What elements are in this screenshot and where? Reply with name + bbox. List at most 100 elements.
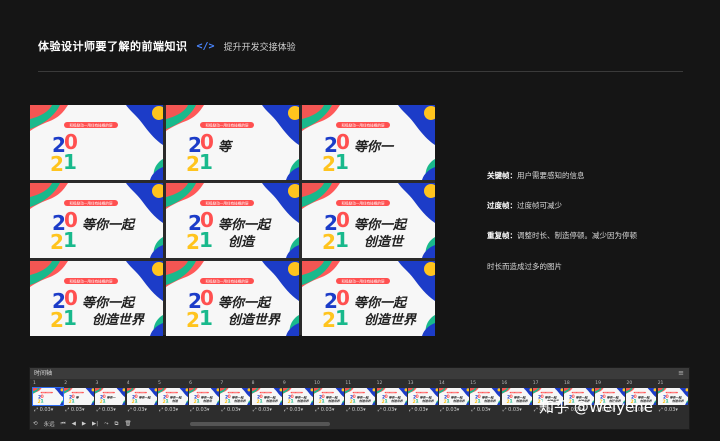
frame-duration[interactable]: ⤢ 0.03▾: [503, 407, 522, 413]
timeline-frame[interactable]: 14 积极励动—用住有技概的层 2 0 2 1 等你一起 创造世界 ⤢ 0.03▾: [438, 381, 470, 416]
frame-duration[interactable]: ⤢ 0.03▾: [440, 407, 459, 413]
frame-thumbnail[interactable]: 积极励动—用住有技概的层 2 0 2 1 等你一起 创造世界: [251, 388, 282, 405]
svg-text:2: 2: [194, 399, 197, 405]
timeline-scrollbar[interactable]: [190, 422, 330, 426]
timeline-frame[interactable]: 10 积极励动—用住有技概的层 2 0 2 1 等你一起 创造世界 ⤢ 0.03▾: [313, 381, 345, 416]
svg-text:创造世界: 创造世界: [266, 399, 279, 403]
svg-text:2: 2: [322, 152, 336, 176]
frame-number: 4: [126, 381, 130, 386]
frame-number: 1: [33, 381, 36, 386]
svg-text:2: 2: [322, 308, 336, 332]
frame-thumbnail[interactable]: 积极励动—用住有技概的层 2 0 2 1 等你一起 创造世界: [345, 388, 376, 405]
timeline-frame[interactable]: 4 积极励动—用住有技概的层 2 0 2 1 等你一起 ⤢ 0.03▾: [126, 381, 157, 416]
timeline-frame[interactable]: 21 积极励动—用住有技概的层 2 0 2 1 等你一起 创造世界 ⤢ 0.03▾: [657, 381, 688, 416]
frame-duration[interactable]: ⤢ 0.03▾: [409, 407, 428, 413]
first-frame-icon[interactable]: ⏮: [61, 421, 66, 428]
timeline-frame[interactable]: 1 积极励动—用住有技概的层 2 0 2 1 ⤢ 0.03▾: [32, 381, 64, 416]
svg-text:0: 0: [447, 394, 450, 400]
frame-duration[interactable]: ⤢ 0.03▾: [34, 407, 53, 413]
frame-thumbnail[interactable]: 积极励动—用住有技概的层 2 0 2 1 等你一起 创造世界: [657, 388, 688, 405]
panel-menu-icon[interactable]: ≡: [678, 368, 684, 379]
svg-text:2: 2: [225, 399, 228, 405]
play-icon[interactable]: ▶: [82, 421, 86, 427]
loop-icon[interactable]: ⟲: [33, 421, 38, 427]
svg-text:1: 1: [446, 398, 449, 404]
frame-thumbnail[interactable]: 积极励动—用住有技概的层 2 0 2 1 等你一起 创造世界: [282, 388, 313, 405]
divider: [38, 71, 683, 72]
frame-duration[interactable]: ⤢ 0.03▾: [346, 407, 365, 413]
timeline-frame[interactable]: 7 积极励动—用住有技概的层 2 0 2 1 等你一起 创造世界 ⤢ 0.03▾: [219, 381, 251, 416]
frame-duration[interactable]: ⤢ 0.03▾: [253, 407, 272, 413]
svg-text:0: 0: [41, 394, 44, 400]
frame-duration[interactable]: ⤢ 0.03▾: [659, 407, 678, 413]
svg-text:创造世界: 创造世界: [228, 312, 281, 328]
frame-thumbnail[interactable]: 积极励动—用住有技概的层 2 0 2 1 等你一起: [126, 388, 157, 405]
timeline-frame[interactable]: 9 积极励动—用住有技概的层 2 0 2 1 等你一起 创造世界 ⤢ 0.03▾: [282, 381, 313, 416]
svg-text:0: 0: [103, 394, 106, 400]
duplicate-frame-icon[interactable]: ⧉: [115, 421, 119, 428]
svg-text:创造世: 创造世: [364, 234, 405, 250]
svg-text:1: 1: [63, 150, 77, 174]
timeline-frame[interactable]: 3 积极励动—用住有技概的层 2 0 2 1 等你一 ⤢ 0.03▾: [94, 381, 126, 416]
frame-thumbnail[interactable]: 积极励动—用住有技概的层 2 0 2 1 等你一起 创造世界: [439, 388, 470, 405]
frame-duration[interactable]: ⤢ 0.03▾: [96, 407, 115, 413]
timeline-frame[interactable]: 11 积极励动—用住有技概的层 2 0 2 1 等你一起 创造世界 ⤢ 0.03▾: [344, 381, 376, 416]
frame-thumbnail[interactable]: 积极励动—用住有技概的层 2 0 2 1 等你一起 创造世界: [501, 388, 532, 405]
svg-text:创造世界: 创造世界: [359, 399, 372, 403]
svg-text:1: 1: [199, 228, 213, 252]
frame-duration[interactable]: ⤢ 0.03▾: [190, 407, 209, 413]
frame-number: 8: [251, 381, 255, 386]
timeline-frame[interactable]: 5 积极励动—用住有技概的层 2 0 2 1 等你一起 创造 ⤢ 0.03▾: [157, 381, 188, 416]
timeline-frame[interactable]: 15 积极励动—用住有技概的层 2 0 2 1 等你一起 创造世界 ⤢ 0.03▾: [469, 381, 501, 416]
frame-thumbnail[interactable]: 积极励动—用住有技概的层 2 0 2 1 等你一起 创造世界: [470, 388, 501, 405]
frame-thumbnail[interactable]: 积极励动—用住有技概的层 2 0 2 1 等: [64, 388, 95, 405]
svg-text:等你一起: 等你一起: [388, 395, 401, 399]
frame-thumbnail[interactable]: 积极励动—用住有技概的层 2 0 2 1 等你一: [95, 388, 126, 405]
frame-thumbnail[interactable]: 积极励动—用住有技概的层 2 0 2 1 等你一起 创造: [157, 388, 188, 405]
timeline-frame[interactable]: 13 积极励动—用住有技概的层 2 0 2 1 等你一起 创造世界 ⤢ 0.03▾: [407, 381, 438, 416]
svg-text:0: 0: [291, 394, 294, 400]
tween-icon[interactable]: ⤳: [104, 421, 108, 428]
frame-duration[interactable]: ⤢ 0.03▾: [378, 407, 397, 413]
svg-text:1: 1: [335, 306, 349, 330]
frame-thumbnail[interactable]: 积极励动—用住有技概的层 2 0 2 1 等你一起 创造世界: [407, 388, 438, 405]
timeline-frame[interactable]: 6 积极励动—用住有技概的层 2 0 2 1 等你一起 创造世 ⤢ 0.03▾: [188, 381, 220, 416]
frame-duration[interactable]: ⤢ 0.03▾: [128, 407, 147, 413]
frame-duration[interactable]: ⤢ 0.03▾: [159, 407, 178, 413]
frame-duration[interactable]: ⤢ 0.03▾: [65, 407, 84, 413]
svg-text:1: 1: [509, 398, 512, 404]
frame-thumbnail[interactable]: 积极励动—用住有技概的层 2 0 2 1 等你一起 创造世界: [314, 388, 345, 405]
svg-text:等你一起: 等你一起: [138, 395, 151, 399]
svg-text:0: 0: [166, 394, 169, 400]
svg-text:1: 1: [40, 398, 43, 404]
svg-text:0: 0: [134, 394, 137, 400]
svg-text:等你一起: 等你一起: [218, 217, 272, 233]
svg-text:1: 1: [199, 306, 213, 330]
svg-text:积极励动—用住有技概的层: 积极励动—用住有技概的层: [341, 279, 385, 284]
svg-text:2: 2: [506, 399, 509, 405]
loop-select[interactable]: 永远: [44, 420, 55, 428]
timeline-frame[interactable]: 12 积极励动—用住有技概的层 2 0 2 1 等你一起 创造世界 ⤢ 0.03▾: [376, 381, 407, 416]
animation-frame: 积极励动—用住有技概的层 2 0 2 1: [30, 105, 163, 180]
delete-frame-icon[interactable]: 🗑: [124, 421, 131, 427]
next-frame-icon[interactable]: ▶|: [92, 421, 98, 427]
svg-text:积极励动—用住有技概的层: 积极励动—用住有技概的层: [69, 279, 113, 284]
timeline-frame[interactable]: 2 积极励动—用住有技概的层 2 0 2 1 等 ⤢ 0.03▾: [63, 381, 95, 416]
frame-thumbnail[interactable]: 积极励动—用住有技概的层 2 0 2 1 等你一起 创造世界: [376, 388, 407, 405]
frame-duration[interactable]: ⤢ 0.03▾: [315, 407, 334, 413]
frame-duration[interactable]: ⤢ 0.03▾: [284, 407, 303, 413]
timeline-frame[interactable]: 16 积极励动—用住有技概的层 2 0 2 1 等你一起 创造世界 ⤢ 0.03▾: [501, 381, 532, 416]
svg-text:等你一起: 等你一起: [669, 395, 682, 399]
frame-thumbnail[interactable]: 积极励动—用住有技概的层 2 0 2 1: [32, 387, 64, 406]
frame-duration[interactable]: ⤢ 0.03▾: [221, 407, 240, 413]
svg-text:创造世: 创造世: [203, 399, 213, 403]
frame-thumbnail[interactable]: 积极励动—用住有技概的层 2 0 2 1 等你一起 创造世界: [220, 388, 251, 405]
svg-text:2: 2: [69, 399, 72, 405]
frame-duration[interactable]: ⤢ 0.03▾: [471, 407, 490, 413]
svg-text:2: 2: [444, 399, 447, 405]
frame-thumbnail[interactable]: 积极励动—用住有技概的层 2 0 2 1 等你一起 创造世: [189, 388, 220, 405]
prev-frame-icon[interactable]: ◀: [72, 421, 76, 427]
timeline-frame[interactable]: 8 积极励动—用住有技概的层 2 0 2 1 等你一起 创造世界 ⤢ 0.03▾: [251, 381, 282, 416]
svg-text:0: 0: [665, 394, 668, 400]
frame-number: 21: [657, 381, 664, 386]
